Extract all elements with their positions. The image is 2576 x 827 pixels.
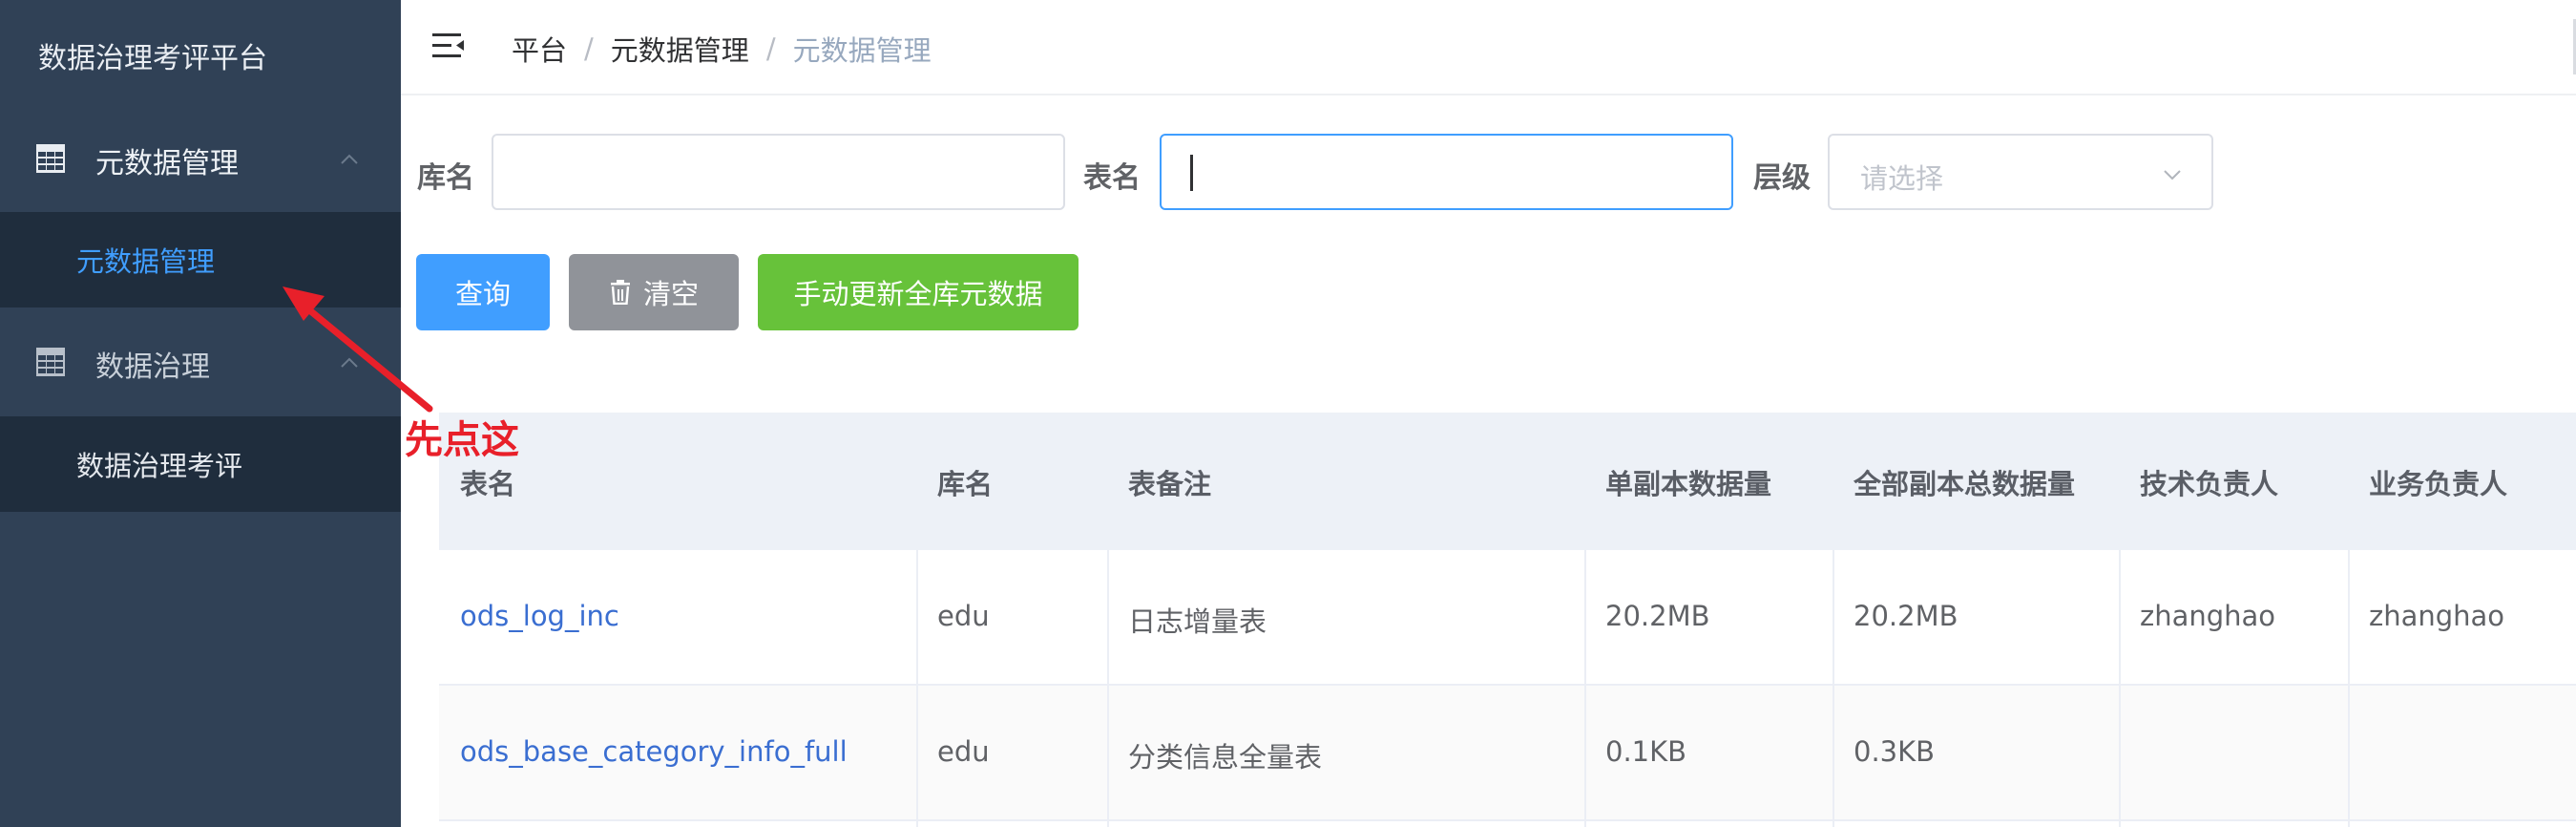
breadcrumb-item[interactable]: 平台	[512, 29, 567, 69]
table-name-label: 表名	[1083, 161, 1141, 195]
sidebar-item-metadata-management[interactable]: 元数据管理	[0, 212, 401, 307]
query-button[interactable]: 查询	[416, 254, 550, 330]
column-header: 全部副本总数据量	[1853, 468, 2076, 500]
column-header: 表备注	[1128, 468, 1212, 500]
table-cell: 0.1KB	[1605, 735, 1687, 768]
table-cell: edu	[937, 735, 990, 768]
table-name-link[interactable]: ods_log_inc	[460, 600, 619, 632]
clear-button[interactable]: 清空	[569, 254, 739, 330]
sidebar-menu-metadata[interactable]: 元数据管理	[0, 110, 401, 211]
sidebar-menu-label: 数据治理	[95, 350, 210, 384]
table-cell: 20.2MB	[1853, 600, 1958, 632]
table-cell: zhanghao	[2369, 600, 2505, 632]
level-select-placeholder: 请选择	[1860, 162, 1944, 195]
column-divider	[2348, 550, 2350, 827]
db-name-input[interactable]	[492, 134, 1065, 210]
breadcrumb-separator: /	[584, 32, 594, 65]
annotation-text: 先点这	[405, 418, 519, 462]
column-header: 业务负责人	[2369, 468, 2508, 500]
chevron-up-icon	[341, 357, 358, 368]
metadata-table: 表名 库名 表备注 单副本数据量 全部副本总数据量 技术负责人 业务负责人 od…	[439, 413, 2576, 827]
app-window: 数据治理考评平台 元数据管理 元数据管理 数据治理 数据治理考评 平台 / 元数…	[0, 0, 2576, 827]
breadcrumb-item[interactable]: 元数据管理	[611, 29, 749, 69]
sidebar-item-label: 元数据管理	[76, 245, 216, 278]
column-divider	[1833, 550, 1834, 827]
app-logo-title: 数据治理考评平台	[38, 42, 267, 75]
top-navbar: 平台 / 元数据管理 / 元数据管理	[401, 0, 2576, 95]
table-cell: 20.2MB	[1605, 600, 1710, 632]
breadcrumb-item-current: 元数据管理	[792, 34, 932, 67]
table-row[interactable]: ods_base_category_info_full edu 分类信息全量表 …	[439, 686, 2576, 821]
table-grid-icon	[36, 348, 65, 376]
column-divider	[1107, 550, 1109, 827]
column-header: 库名	[937, 468, 994, 500]
column-divider	[1584, 550, 1586, 827]
chevron-down-icon	[2164, 170, 2181, 180]
level-label: 层级	[1753, 161, 1811, 195]
table-cell: 0.3KB	[1853, 735, 1936, 768]
table-cell: edu	[937, 600, 990, 632]
sidebar-menu-label: 元数据管理	[95, 147, 239, 180]
sidebar-item-label: 数据治理考评	[76, 450, 243, 482]
text-caret	[1190, 155, 1193, 191]
column-divider	[2119, 550, 2121, 827]
table-cell: 分类信息全量表	[1128, 741, 1323, 774]
db-name-label: 库名	[417, 161, 474, 195]
column-header: 技术负责人	[2140, 468, 2279, 500]
column-divider	[916, 550, 918, 827]
level-select[interactable]: 请选择	[1828, 134, 2213, 210]
breadcrumb-separator: /	[765, 32, 776, 65]
chevron-up-icon	[341, 154, 358, 164]
table-name-input[interactable]	[1160, 134, 1733, 210]
sidebar-menu-data-governance[interactable]: 数据治理	[0, 313, 401, 414]
update-all-metadata-button[interactable]: 手动更新全库元数据	[758, 254, 1079, 330]
column-header: 单副本数据量	[1605, 468, 1772, 500]
menu-fold-icon[interactable]	[432, 32, 465, 60]
table-cell: zhanghao	[2140, 600, 2276, 632]
sidebar: 数据治理考评平台 元数据管理 元数据管理 数据治理 数据治理考评	[0, 0, 401, 827]
sidebar-item-governance-evaluation[interactable]: 数据治理考评	[0, 416, 401, 512]
breadcrumb: 平台 / 元数据管理 / 元数据管理	[512, 29, 932, 69]
column-header: 表名	[460, 468, 516, 500]
table-name-link[interactable]: ods_base_category_info_full	[460, 735, 848, 768]
table-row[interactable]: ods_log_inc edu 日志增量表 20.2MB 20.2MB zhan…	[439, 550, 2576, 686]
table-header: 表名 库名 表备注 单副本数据量 全部副本总数据量 技术负责人 业务负责人	[439, 413, 2576, 550]
table-grid-icon	[36, 144, 65, 173]
trash-icon	[610, 280, 630, 305]
table-cell: 日志增量表	[1128, 605, 1267, 638]
